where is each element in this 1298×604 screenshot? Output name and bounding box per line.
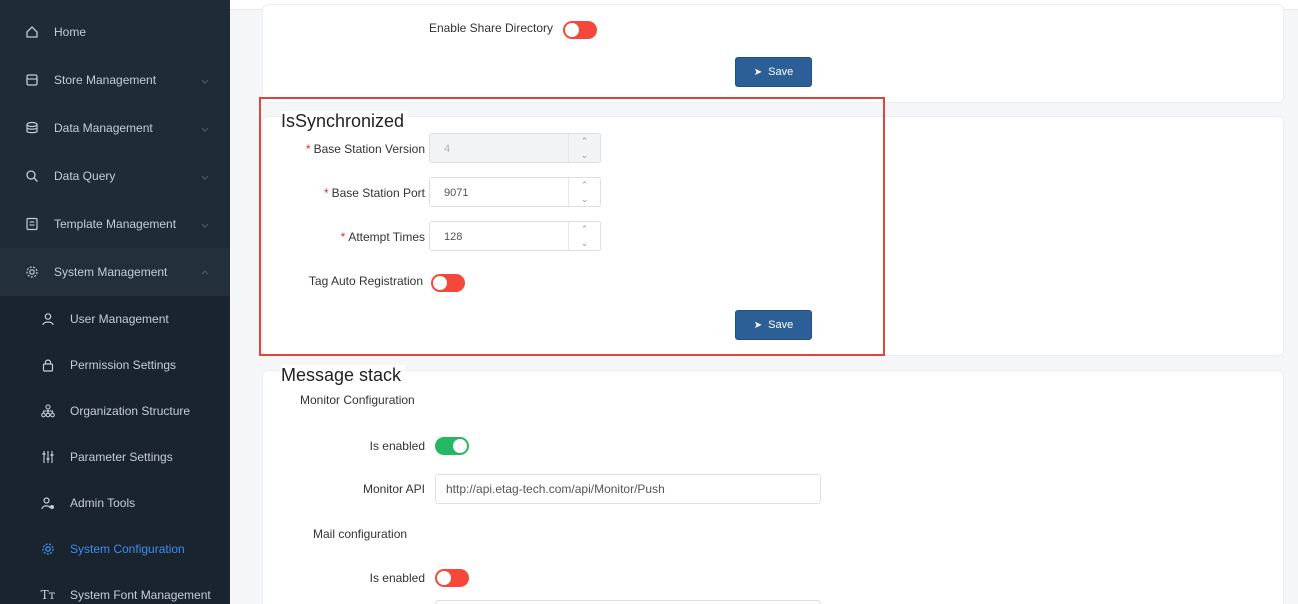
monitor-configuration-heading: Monitor Configuration xyxy=(300,393,415,407)
sidebar-subitem-label: Parameter Settings xyxy=(70,450,173,464)
sidebar-item-label: Template Management xyxy=(54,217,177,231)
sidebar-item-label: System Management xyxy=(54,265,168,279)
save-label: Save xyxy=(768,319,794,331)
synchronized-card: IsSynchronized * Base Station Version 4 ⌃… xyxy=(262,111,1284,356)
search-icon xyxy=(24,168,40,184)
sidebar-subitem-permission-settings[interactable]: Permission Settings xyxy=(0,342,230,388)
enable-share-directory-label: Enable Share Directory xyxy=(428,21,553,35)
database-icon xyxy=(24,120,40,136)
sidebar-item-template-management[interactable]: Template Management xyxy=(0,200,230,248)
tag-auto-registration-toggle[interactable] xyxy=(431,274,465,292)
sidebar-item-label: Store Management xyxy=(54,73,157,87)
config-icon xyxy=(40,541,56,557)
template-icon xyxy=(24,216,40,232)
mail-enabled-label: Is enabled xyxy=(369,571,425,585)
chevron-down-icon xyxy=(200,219,210,229)
base-station-version-label: * Base Station Version xyxy=(305,142,425,156)
stepper[interactable]: ⌃ ⌄ xyxy=(568,134,600,162)
chevron-up-icon xyxy=(200,267,210,277)
sidebar-subitem-system-configuration[interactable]: System Configuration xyxy=(0,526,230,572)
attempt-times-label: * Attempt Times xyxy=(340,230,425,244)
base-station-port-input[interactable]: 9071 ⌃ ⌄ xyxy=(429,177,601,207)
tag-auto-registration-label: Tag Auto Registration xyxy=(308,274,423,288)
sidebar: Home Store Management Data Management Da… xyxy=(0,0,230,604)
sidebar-subitem-label: User Management xyxy=(70,312,169,326)
section-title: IsSynchronized xyxy=(281,111,409,132)
stepper[interactable]: ⌃ ⌄ xyxy=(568,222,600,250)
sidebar-item-home[interactable]: Home xyxy=(0,8,230,56)
monitor-api-input[interactable]: http://api.etag-tech.com/api/Monitor/Pus… xyxy=(435,474,821,504)
user-icon xyxy=(40,311,56,327)
home-icon xyxy=(24,24,40,40)
share-save-button[interactable]: ➤ Save xyxy=(735,57,812,87)
sidebar-subitem-admin-tools[interactable]: Admin Tools xyxy=(0,480,230,526)
base-station-version-input[interactable]: 4 ⌃ ⌄ xyxy=(429,133,601,163)
sidebar-subitem-system-font-management[interactable]: Tт System Font Management xyxy=(0,572,230,604)
sidebar-subitem-label: System Font Management xyxy=(70,588,211,602)
stepper[interactable]: ⌃ ⌄ xyxy=(568,178,600,206)
sidebar-item-data-query[interactable]: Data Query xyxy=(0,152,230,200)
mail-configuration-heading: Mail configuration xyxy=(313,527,408,541)
sliders-icon xyxy=(40,449,56,465)
sidebar-subitem-label: Permission Settings xyxy=(70,358,177,372)
sidebar-item-store-management[interactable]: Store Management xyxy=(0,56,230,104)
monitor-enabled-toggle[interactable] xyxy=(435,437,469,455)
section-title: Message stack xyxy=(281,365,406,386)
save-label: Save xyxy=(768,66,794,78)
sidebar-subitem-organization-structure[interactable]: Organization Structure xyxy=(0,388,230,434)
attempt-times-input[interactable]: 128 ⌃ ⌄ xyxy=(429,221,601,251)
chevron-down-icon xyxy=(200,171,210,181)
org-icon xyxy=(40,403,56,419)
chevron-down-icon xyxy=(200,123,210,133)
admin-icon xyxy=(40,495,56,511)
enable-share-directory-toggle[interactable] xyxy=(563,21,597,39)
sync-save-button[interactable]: ➤ Save xyxy=(735,310,812,340)
sidebar-item-label: Home xyxy=(54,25,87,39)
share-directory-card: Enable Share Directory ➤ Save xyxy=(262,4,1284,103)
store-icon xyxy=(24,72,40,88)
mail-enabled-toggle[interactable] xyxy=(435,569,469,587)
sidebar-subitem-label: Organization Structure xyxy=(70,404,191,418)
sidebar-item-label: Data Management xyxy=(54,121,153,135)
sidebar-item-system-management[interactable]: System Management xyxy=(0,248,230,296)
monitor-api-label: Monitor API xyxy=(362,482,425,496)
lock-icon xyxy=(40,357,56,373)
sidebar-subitem-label: Admin Tools xyxy=(70,496,136,510)
sidebar-subitem-label: System Configuration xyxy=(70,542,185,556)
message-stack-card: Message stack Monitor Configuration Is e… xyxy=(262,365,1284,604)
sidebar-subitem-parameter-settings[interactable]: Parameter Settings xyxy=(0,434,230,480)
sidebar-subitem-user-management[interactable]: User Management xyxy=(0,296,230,342)
sidebar-item-label: Data Query xyxy=(54,169,116,183)
mail-input[interactable] xyxy=(435,600,821,604)
send-icon: ➤ xyxy=(753,319,763,331)
send-icon: ➤ xyxy=(753,66,763,78)
gear-icon xyxy=(24,264,40,280)
base-station-port-label: * Base Station Port xyxy=(323,186,425,200)
font-icon: Tт xyxy=(40,588,56,602)
sidebar-item-data-management[interactable]: Data Management xyxy=(0,104,230,152)
monitor-enabled-label: Is enabled xyxy=(369,439,425,453)
chevron-down-icon xyxy=(200,75,210,85)
